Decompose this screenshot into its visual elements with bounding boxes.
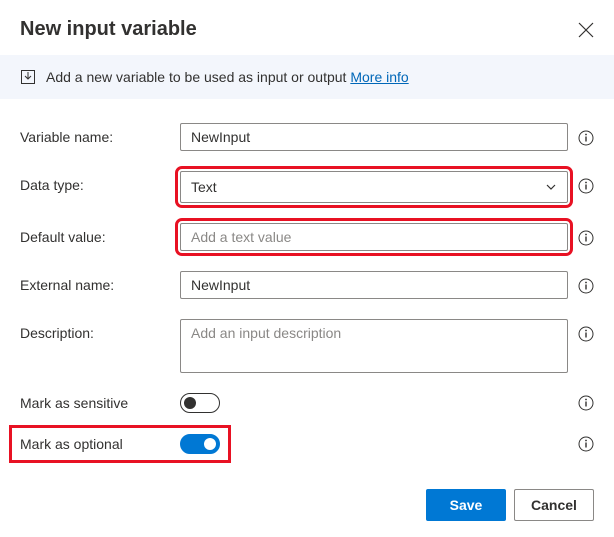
mark-optional-highlight: Mark as optional <box>9 425 231 463</box>
row-variable-name: Variable name: <box>20 123 594 151</box>
info-icon[interactable] <box>578 278 594 294</box>
info-icon[interactable] <box>578 436 594 452</box>
dialog-footer: Save Cancel <box>426 489 594 521</box>
variable-name-input[interactable] <box>180 123 568 151</box>
mark-optional-toggle[interactable] <box>180 434 220 454</box>
save-button[interactable]: Save <box>426 489 506 521</box>
info-banner: Add a new variable to be used as input o… <box>0 55 614 99</box>
data-type-value: Text <box>191 179 217 195</box>
info-icon[interactable] <box>578 326 594 342</box>
description-input[interactable] <box>180 319 568 373</box>
banner-text: Add a new variable to be used as input o… <box>46 69 409 85</box>
more-info-link[interactable]: More info <box>350 69 408 85</box>
default-value-input[interactable] <box>180 223 568 251</box>
form: Variable name: Data type: Text Default v… <box>0 99 614 463</box>
info-icon[interactable] <box>578 395 594 411</box>
label-mark-sensitive: Mark as sensitive <box>20 395 180 411</box>
row-data-type: Data type: Text <box>20 171 594 203</box>
mark-sensitive-toggle[interactable] <box>180 393 220 413</box>
external-name-input[interactable] <box>180 271 568 299</box>
label-external-name: External name: <box>20 271 180 293</box>
new-input-variable-dialog: New input variable Add a new variable to… <box>0 0 614 463</box>
row-mark-sensitive: Mark as sensitive <box>20 393 594 413</box>
data-type-select[interactable]: Text <box>180 171 568 203</box>
chevron-down-icon <box>545 181 557 193</box>
label-variable-name: Variable name: <box>20 123 180 145</box>
import-icon <box>20 69 36 85</box>
row-external-name: External name: <box>20 271 594 299</box>
info-icon[interactable] <box>578 230 594 246</box>
label-data-type: Data type: <box>20 171 180 193</box>
row-description: Description: <box>20 319 594 373</box>
dialog-title: New input variable <box>20 18 197 41</box>
cancel-button[interactable]: Cancel <box>514 489 594 521</box>
label-default-value: Default value: <box>20 223 180 245</box>
dialog-header: New input variable <box>0 0 614 55</box>
row-mark-optional: Mark as optional <box>20 425 594 463</box>
label-description: Description: <box>20 319 180 341</box>
info-icon[interactable] <box>578 130 594 146</box>
row-default-value: Default value: <box>20 223 594 251</box>
info-icon[interactable] <box>578 178 594 194</box>
label-mark-optional: Mark as optional <box>20 436 172 452</box>
close-icon[interactable] <box>578 22 594 38</box>
